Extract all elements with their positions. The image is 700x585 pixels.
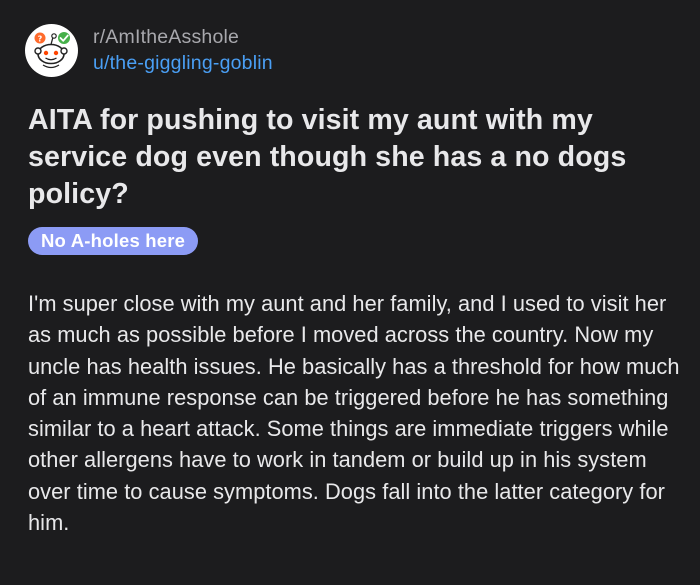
post-meta: r/AmItheAsshole u/the-giggling-goblin <box>93 26 273 76</box>
subreddit-link[interactable]: r/AmItheAsshole <box>93 26 273 49</box>
subreddit-avatar[interactable]: ? <box>25 24 78 77</box>
post-flair[interactable]: No A-holes here <box>28 227 199 255</box>
post-header: ? r/AmItheAsshole u/the-giggling-goblin <box>25 24 273 77</box>
svg-text:?: ? <box>38 35 43 44</box>
post-body: I'm super close with my aunt and her fam… <box>28 291 680 535</box>
post-title[interactable]: AITA for pushing to visit my aunt with m… <box>28 102 678 214</box>
reddit-snoo-judge-icon: ? <box>34 32 70 69</box>
author-link[interactable]: u/the-giggling-goblin <box>93 52 273 75</box>
